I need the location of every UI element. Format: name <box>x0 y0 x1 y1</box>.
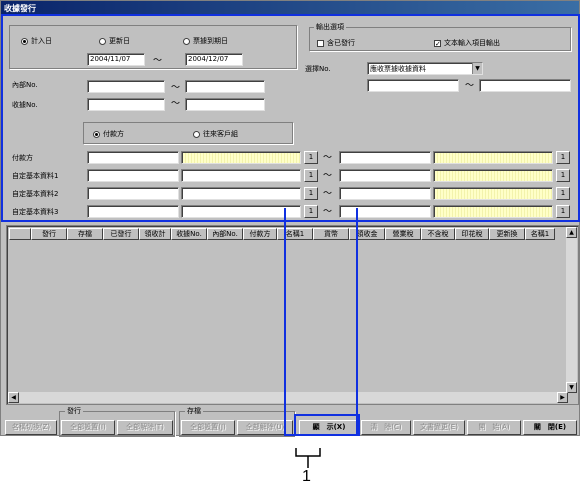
callout-number: 1 <box>302 468 311 485</box>
callout-bracket <box>295 448 321 468</box>
